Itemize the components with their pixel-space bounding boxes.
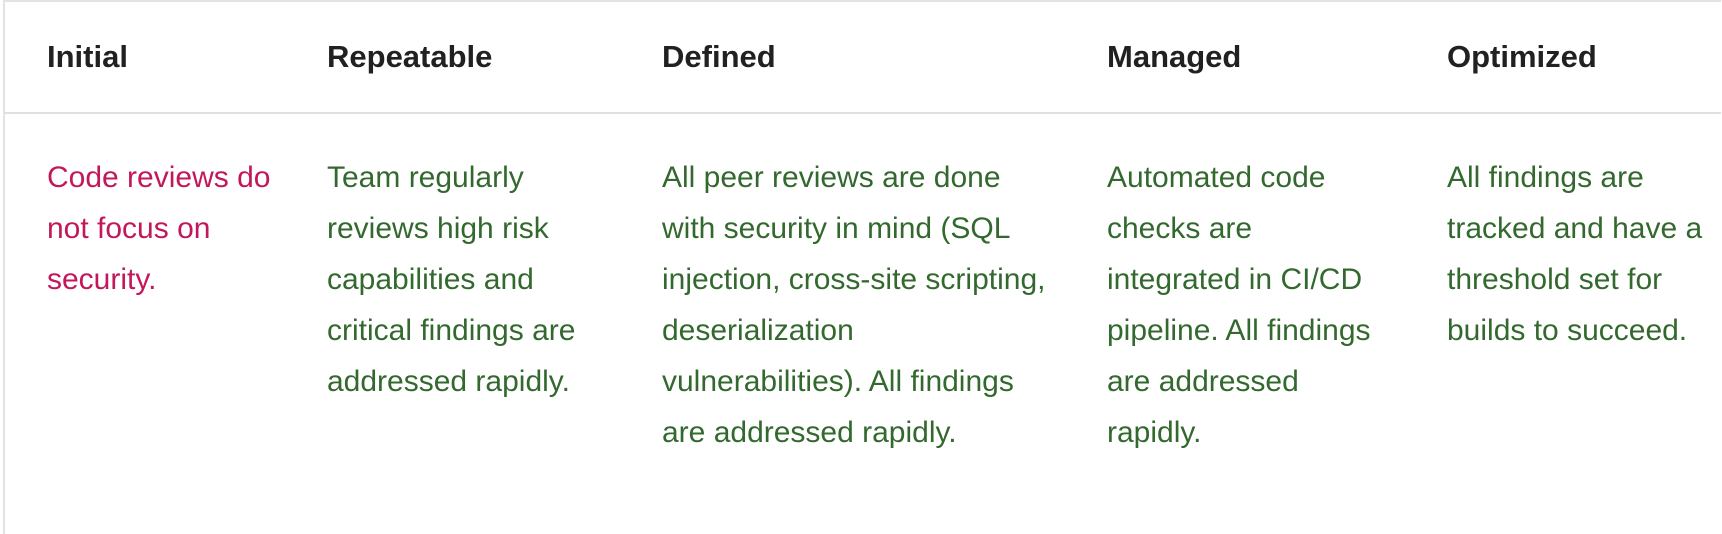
column-header-initial: Initial — [5, 2, 285, 114]
column-header-optimized: Optimized — [1405, 2, 1721, 114]
column-header-managed: Managed — [1065, 2, 1405, 114]
header-row: Initial Repeatable Defined Managed Optim… — [5, 2, 1721, 114]
table-row: Code reviews do not focus on security. T… — [5, 113, 1721, 458]
maturity-table-container: Initial Repeatable Defined Managed Optim… — [3, 0, 1721, 534]
maturity-table: Initial Repeatable Defined Managed Optim… — [5, 2, 1721, 458]
column-header-repeatable: Repeatable — [285, 2, 620, 114]
cell-repeatable: Team regularly reviews high risk capabil… — [327, 161, 576, 398]
table-header: Initial Repeatable Defined Managed Optim… — [5, 2, 1721, 114]
cell-defined: All peer reviews are done with security … — [662, 161, 1046, 449]
table-body: Code reviews do not focus on security. T… — [5, 113, 1721, 458]
cell-initial: Code reviews do not focus on security. — [47, 161, 271, 296]
cell-optimized: All findings are tracked and have a thre… — [1447, 161, 1703, 347]
cell-managed: Automated code checks are integrated in … — [1107, 161, 1371, 449]
column-header-defined: Defined — [620, 2, 1065, 114]
